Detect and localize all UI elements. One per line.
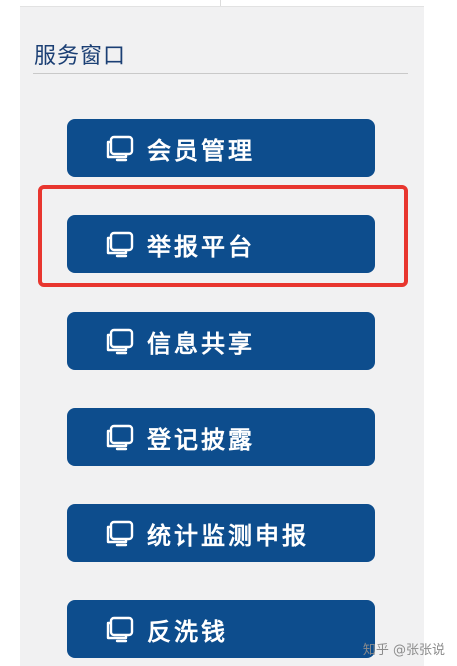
monitor-icon: [106, 616, 134, 643]
member-management-button[interactable]: 会员管理: [67, 119, 375, 177]
anti-money-laundering-button[interactable]: 反洗钱: [67, 600, 375, 658]
monitor-icon: [106, 328, 134, 355]
button-label: 登记披露: [147, 425, 255, 454]
section-divider: [33, 73, 408, 74]
top-tab-strip: [20, 0, 424, 7]
watermark: 知乎 @张张说: [362, 643, 445, 658]
highlight-annotation: [38, 185, 408, 287]
button-label: 反洗钱: [147, 617, 228, 646]
monitor-icon: [106, 424, 134, 451]
monitor-icon: [106, 520, 134, 547]
button-label: 信息共享: [147, 329, 255, 358]
button-label: 会员管理: [147, 136, 255, 165]
monitor-icon: [106, 135, 134, 162]
registration-disclosure-button[interactable]: 登记披露: [67, 408, 375, 466]
top-strip-divider: [220, 0, 221, 6]
info-sharing-button[interactable]: 信息共享: [67, 312, 375, 370]
section-title: 服务窗口: [34, 44, 127, 69]
button-label: 统计监测申报: [147, 521, 309, 550]
statistics-report-button[interactable]: 统计监测申报: [67, 504, 375, 562]
